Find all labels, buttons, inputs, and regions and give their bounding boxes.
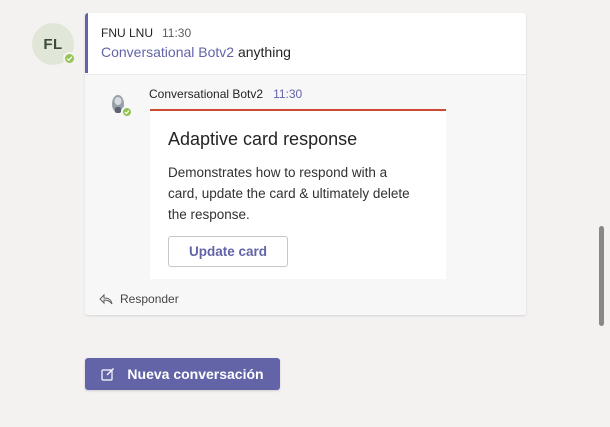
- author-name: FNU LNU: [101, 26, 154, 40]
- reply-label: Responder: [120, 292, 179, 306]
- message-thread: FNU LNU 11:30 Conversational Botv2 anyth…: [85, 13, 526, 315]
- reply-header: Conversational Botv2 11:30: [149, 87, 302, 101]
- avatar[interactable]: FL: [32, 23, 76, 65]
- chat-pane: FL FNU LNU 11:30 Conversational Botv2 an…: [0, 0, 610, 427]
- message-text: anything: [234, 44, 291, 60]
- reply-button[interactable]: Responder: [99, 292, 179, 306]
- message-timestamp: 11:30: [162, 26, 192, 40]
- card-text: Demonstrates how to respond with a card,…: [168, 165, 410, 222]
- update-card-button[interactable]: Update card: [168, 236, 288, 267]
- avatar-initials: FL: [43, 35, 63, 53]
- bot-name: Conversational Botv2: [149, 87, 264, 101]
- new-conversation-button[interactable]: Nueva conversación: [85, 358, 280, 390]
- reply-area: Conversational Botv2 11:30 Adaptive card…: [85, 74, 526, 315]
- reply-timestamp: 11:30: [273, 87, 303, 101]
- card-title: Adaptive card response: [168, 129, 358, 149]
- bot-mention[interactable]: Conversational Botv2: [101, 44, 234, 60]
- message-header: FNU LNU 11:30: [101, 26, 191, 40]
- new-conversation-label: Nueva conversación: [127, 366, 264, 382]
- scrollbar-thumb[interactable]: [599, 226, 604, 326]
- reply-arrow-icon: [99, 293, 113, 305]
- bot-presence-icon: [121, 106, 133, 118]
- presence-available-icon: [63, 52, 76, 65]
- message-body: Conversational Botv2 anything: [101, 44, 291, 60]
- thread-accent-bar: [85, 13, 88, 73]
- adaptive-card: Adaptive card response Demonstrates how …: [150, 109, 446, 279]
- compose-icon: [101, 368, 115, 381]
